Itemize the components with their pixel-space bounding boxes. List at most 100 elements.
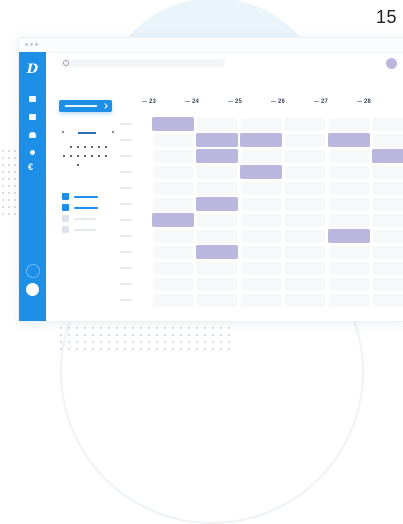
time-slot[interactable]: [328, 293, 370, 308]
time-slot[interactable]: [196, 277, 238, 292]
event-block[interactable]: [240, 165, 282, 179]
checkbox-checked-icon[interactable]: [62, 193, 69, 200]
time-slot[interactable]: [240, 277, 282, 292]
day-header-24[interactable]: 24: [185, 99, 229, 109]
event-block[interactable]: [152, 117, 194, 131]
next-month-icon[interactable]: [112, 131, 114, 133]
time-slot[interactable]: [372, 181, 403, 196]
time-slot[interactable]: [372, 277, 403, 292]
status-ring-icon[interactable]: [26, 264, 40, 278]
time-slot[interactable]: [152, 133, 194, 148]
time-slot[interactable]: [152, 181, 194, 196]
time-slot[interactable]: [240, 229, 282, 244]
day-header-23[interactable]: 23: [142, 99, 186, 109]
time-slot[interactable]: [152, 149, 194, 164]
mini-calendar-day[interactable]: [91, 155, 93, 157]
time-slot[interactable]: [240, 149, 282, 164]
time-slot[interactable]: [196, 293, 238, 308]
day-header-26[interactable]: 26: [271, 99, 315, 109]
time-slot[interactable]: [240, 117, 282, 132]
calendar-filter-item[interactable]: [62, 215, 114, 223]
time-slot[interactable]: [284, 181, 326, 196]
time-slot[interactable]: [372, 213, 403, 228]
time-slot[interactable]: [196, 181, 238, 196]
time-slot[interactable]: [196, 165, 238, 180]
time-slot[interactable]: [328, 197, 370, 212]
time-slot[interactable]: [152, 277, 194, 292]
day-header-25[interactable]: 25: [228, 99, 272, 109]
calendar-filter-item[interactable]: [62, 204, 114, 212]
time-slot[interactable]: [240, 293, 282, 308]
time-slot[interactable]: [328, 245, 370, 260]
time-slot[interactable]: [152, 197, 194, 212]
sidebar-item-home[interactable]: [29, 132, 36, 138]
time-slot[interactable]: [284, 197, 326, 212]
time-slot[interactable]: [284, 293, 326, 308]
time-slot[interactable]: [196, 261, 238, 276]
time-slot[interactable]: [152, 293, 194, 308]
event-block[interactable]: [328, 133, 370, 147]
calendar-filter-item[interactable]: [62, 226, 114, 234]
time-slot[interactable]: [152, 229, 194, 244]
checkbox-checked-icon[interactable]: [62, 204, 69, 211]
time-slot[interactable]: [152, 245, 194, 260]
time-slot[interactable]: [328, 117, 370, 132]
user-avatar[interactable]: [386, 58, 397, 69]
sidebar-item-billing[interactable]: €: [28, 162, 33, 172]
mini-calendar-day[interactable]: [91, 146, 93, 148]
mini-calendar[interactable]: [62, 126, 114, 172]
event-block[interactable]: [372, 149, 403, 163]
time-slot[interactable]: [152, 261, 194, 276]
time-slot[interactable]: [284, 277, 326, 292]
time-slot[interactable]: [240, 181, 282, 196]
sidebar-item-calendar[interactable]: [29, 96, 36, 102]
time-slot[interactable]: [196, 117, 238, 132]
time-slot[interactable]: [284, 213, 326, 228]
mini-calendar-day[interactable]: [84, 155, 86, 157]
time-slot[interactable]: [372, 261, 403, 276]
checkbox-unchecked-icon[interactable]: [62, 215, 69, 222]
time-slot[interactable]: [328, 181, 370, 196]
event-block[interactable]: [196, 133, 238, 147]
mini-calendar-day[interactable]: [77, 155, 79, 157]
time-slot[interactable]: [328, 277, 370, 292]
event-block[interactable]: [152, 213, 194, 227]
mini-calendar-day[interactable]: [77, 146, 79, 148]
day-header-27[interactable]: 27: [314, 99, 358, 109]
time-slot[interactable]: [372, 245, 403, 260]
time-slot[interactable]: [240, 197, 282, 212]
mini-calendar-day[interactable]: [98, 146, 100, 148]
time-slot[interactable]: [372, 117, 403, 132]
sidebar-item-video[interactable]: [29, 114, 36, 120]
create-button[interactable]: [59, 100, 112, 112]
event-block[interactable]: [240, 133, 282, 147]
sidebar-item-alerts[interactable]: [30, 150, 35, 155]
search-input[interactable]: [60, 59, 225, 67]
event-block[interactable]: [196, 197, 238, 211]
mini-calendar-day[interactable]: [84, 146, 86, 148]
time-slot[interactable]: [284, 165, 326, 180]
logo-d-icon[interactable]: D: [25, 62, 40, 77]
calendar-filter-item[interactable]: [62, 193, 114, 201]
time-slot[interactable]: [152, 165, 194, 180]
prev-month-icon[interactable]: [62, 131, 64, 133]
time-slot[interactable]: [328, 261, 370, 276]
time-slot[interactable]: [328, 165, 370, 180]
time-slot[interactable]: [372, 197, 403, 212]
time-slot[interactable]: [372, 133, 403, 148]
time-slot[interactable]: [284, 133, 326, 148]
time-slot[interactable]: [196, 213, 238, 228]
time-slot[interactable]: [240, 261, 282, 276]
mini-calendar-day[interactable]: [77, 164, 79, 166]
event-block[interactable]: [196, 245, 238, 259]
time-slot[interactable]: [284, 229, 326, 244]
mini-calendar-day[interactable]: [98, 155, 100, 157]
day-header-28[interactable]: 28: [357, 99, 401, 109]
time-slot[interactable]: [284, 149, 326, 164]
checkbox-unchecked-icon[interactable]: [62, 226, 69, 233]
time-slot[interactable]: [284, 245, 326, 260]
mini-calendar-day[interactable]: [105, 146, 107, 148]
time-slot[interactable]: [372, 293, 403, 308]
event-block[interactable]: [328, 229, 370, 243]
time-slot[interactable]: [328, 149, 370, 164]
